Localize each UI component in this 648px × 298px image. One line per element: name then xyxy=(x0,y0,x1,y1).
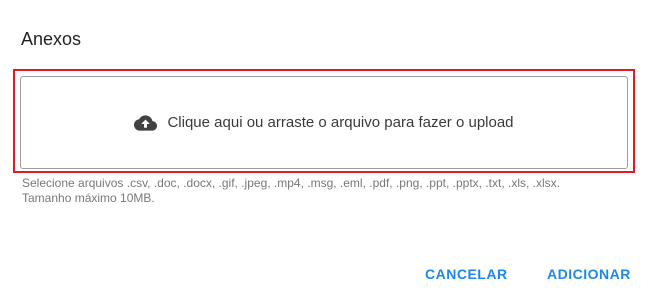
dialog-title: Anexos xyxy=(21,29,82,49)
helper-text: Selecione arquivos .csv, .doc, .docx, .g… xyxy=(22,176,632,206)
allowed-formats-text: Selecione arquivos .csv, .doc, .docx, .g… xyxy=(22,176,561,190)
max-size-text: Tamanho máximo 10MB. xyxy=(22,191,155,205)
upload-dropzone[interactable]: Clique aqui ou arraste o arquivo para fa… xyxy=(20,76,628,169)
cloud-upload-icon xyxy=(134,114,158,132)
cancel-button[interactable]: CANCELAR xyxy=(425,262,508,286)
dialog-actions: CANCELAR ADICIONAR xyxy=(0,262,648,286)
add-button[interactable]: ADICIONAR xyxy=(547,262,631,286)
dropzone-label: Clique aqui ou arraste o arquivo para fa… xyxy=(167,113,514,131)
dropzone-content: Clique aqui ou arraste o arquivo para fa… xyxy=(134,113,514,133)
